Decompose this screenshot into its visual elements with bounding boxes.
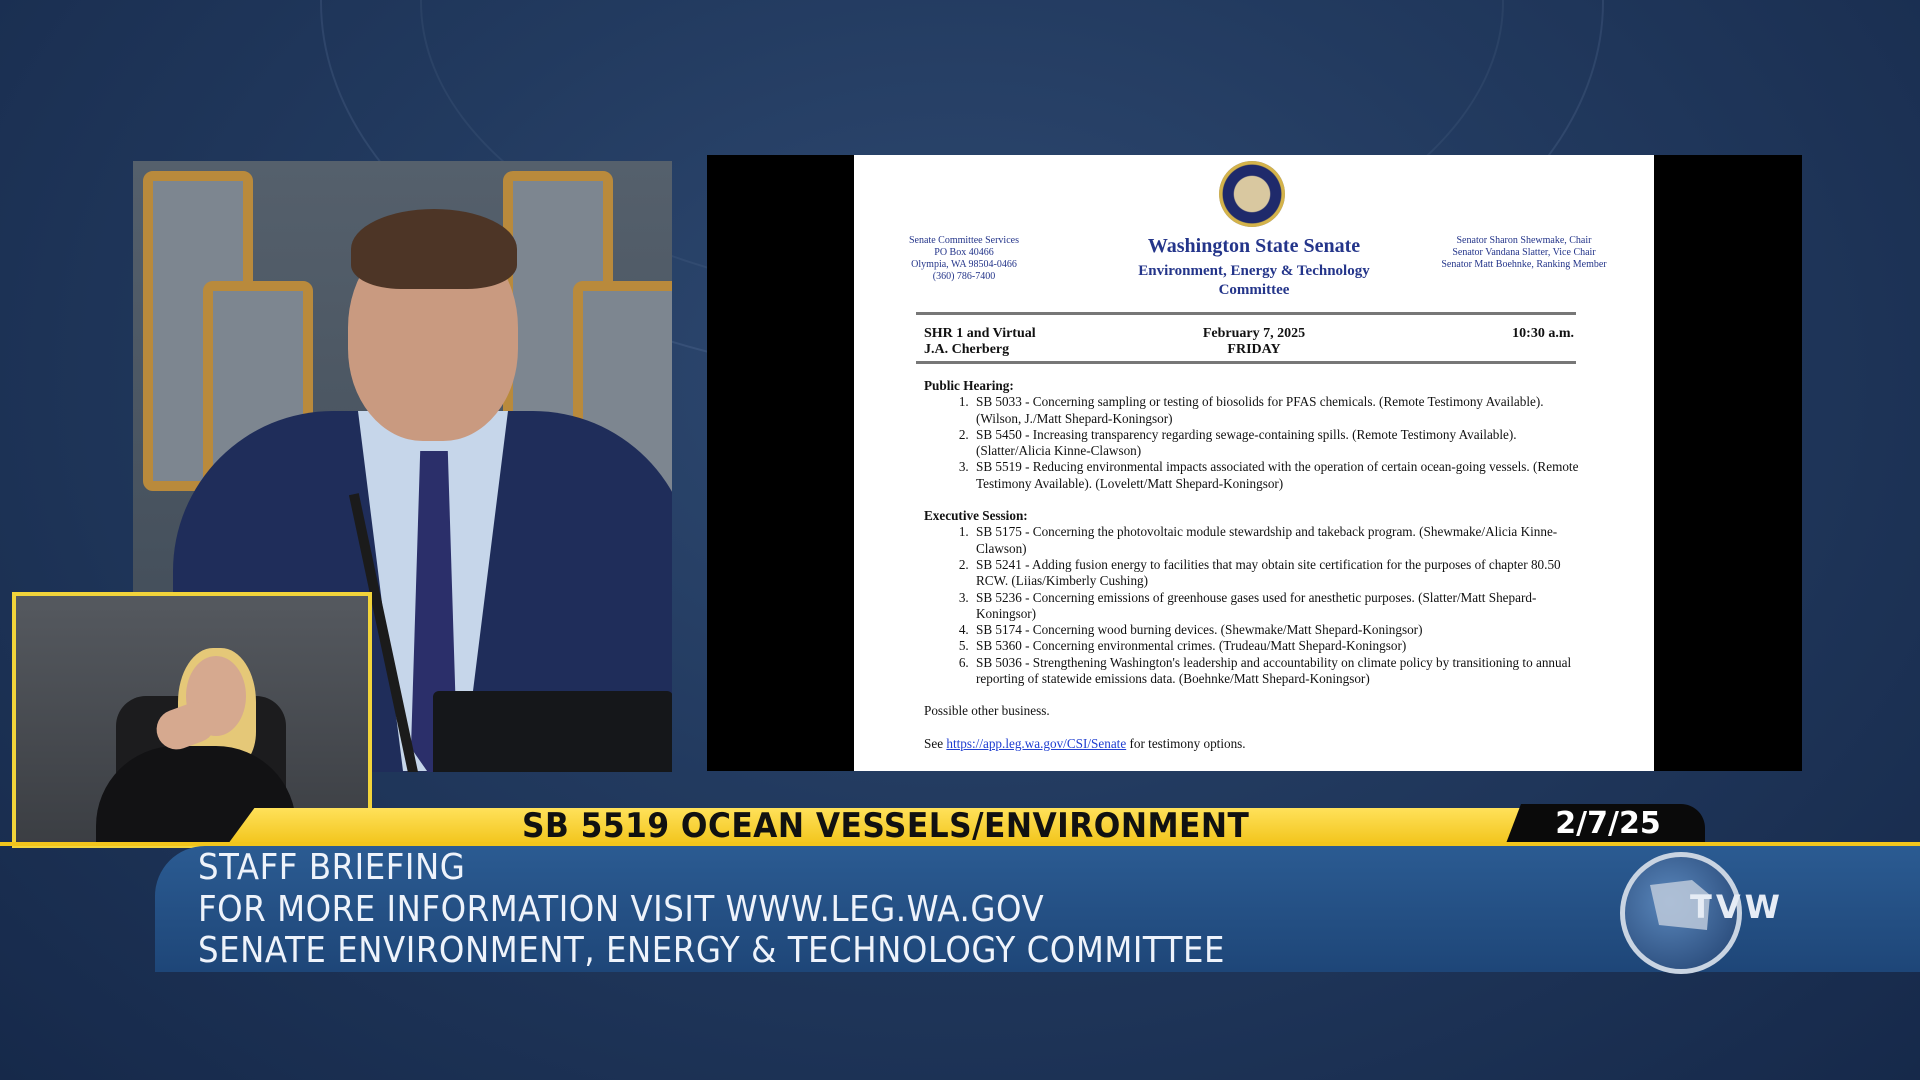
broadcast-date: 2/7/25: [1555, 806, 1661, 841]
date-line: February 7, 2025: [1202, 326, 1306, 341]
agenda-document: Senate Committee Services PO Box 40466 O…: [854, 155, 1654, 771]
info-url-line: FOR MORE INFORMATION VISIT WWW.LEG.WA.GO…: [198, 889, 1045, 930]
list-item: SB 5360 - Concerning environmental crime…: [972, 638, 1584, 654]
list-item: SB 5036 - Strengthening Washington's lea…: [972, 655, 1584, 688]
list-item: SB 5175 - Concerning the photovoltaic mo…: [972, 524, 1584, 557]
topic-ticker-text: SB 5519 OCEAN VESSELS/ENVIRONMENT: [522, 806, 1250, 846]
executive-session-list: SB 5175 - Concerning the photovoltaic mo…: [924, 524, 1584, 687]
executive-session-heading: Executive Session:: [924, 508, 1028, 524]
state-seal-icon: [1219, 161, 1285, 227]
speaker-hair: [351, 209, 517, 289]
location-line: SHR 1 and Virtual: [924, 326, 1036, 341]
location-line: J.A. Cherberg: [924, 342, 1010, 357]
meeting-location: SHR 1 and Virtual J.A. Cherberg: [924, 326, 1124, 358]
member-line: Senator Matt Boehnke, Ranking Member: [1441, 259, 1607, 270]
address-line: Senate Committee Services: [909, 235, 1019, 246]
public-hearing-heading: Public Hearing:: [924, 378, 1014, 393]
see-prefix: See: [924, 735, 947, 751]
day-line: FRIDAY: [1227, 342, 1281, 357]
address-line: Olympia, WA 98504-0466: [911, 259, 1017, 270]
committee-members: Senator Sharon Shewmake, Chair Senator V…: [1414, 235, 1634, 271]
segment-title: STAFF BRIEFING: [198, 847, 466, 888]
other-business: Possible other business.: [924, 703, 1050, 719]
agenda-body: Public Hearing: SB 5033 - Concerning sam…: [924, 378, 1584, 752]
public-hearing-list: SB 5033 - Concerning sampling or testing…: [924, 394, 1584, 492]
laptop: [433, 691, 672, 772]
divider-top: [916, 312, 1576, 315]
meeting-time: 10:30 a.m.: [1512, 326, 1574, 341]
list-item: SB 5241 - Adding fusion energy to facili…: [972, 557, 1584, 590]
address-line: (360) 786-7400: [932, 271, 996, 282]
committee-name: Environment, Energy & Technology: [1138, 263, 1370, 279]
see-suffix: for testimony options.: [1126, 735, 1246, 751]
testimony-note: See https://app.leg.wa.gov/CSI/Senate fo…: [924, 736, 1584, 752]
member-line: Senator Vandana Slatter, Vice Chair: [1452, 247, 1596, 258]
member-line: Senator Sharon Shewmake, Chair: [1456, 235, 1592, 246]
list-item: SB 5236 - Concerning emissions of greenh…: [972, 590, 1584, 623]
document-title: Washington State Senate: [1147, 235, 1361, 257]
address-line: PO Box 40466: [934, 247, 994, 258]
committee-services-address: Senate Committee Services PO Box 40466 O…: [904, 235, 1024, 283]
document-header: Washington State Senate Environment, Ene…: [1084, 235, 1424, 300]
divider-bottom: [916, 361, 1576, 364]
committee-name-line2: Committee: [1218, 282, 1290, 298]
committee-line: SENATE ENVIRONMENT, ENERGY & TECHNOLOGY …: [198, 930, 1226, 971]
list-item: SB 5174 - Concerning wood burning device…: [972, 622, 1584, 638]
list-item: SB 5450 - Increasing transparency regard…: [972, 427, 1584, 460]
list-item: SB 5519 - Reducing environmental impacts…: [972, 459, 1584, 492]
tvw-logo-text: TVW: [1690, 888, 1784, 926]
meeting-date: February 7, 2025 FRIDAY: [1154, 326, 1354, 358]
list-item: SB 5033 - Concerning sampling or testing…: [972, 394, 1584, 427]
testimony-link[interactable]: https://app.leg.wa.gov/CSI/Senate: [946, 736, 1126, 751]
